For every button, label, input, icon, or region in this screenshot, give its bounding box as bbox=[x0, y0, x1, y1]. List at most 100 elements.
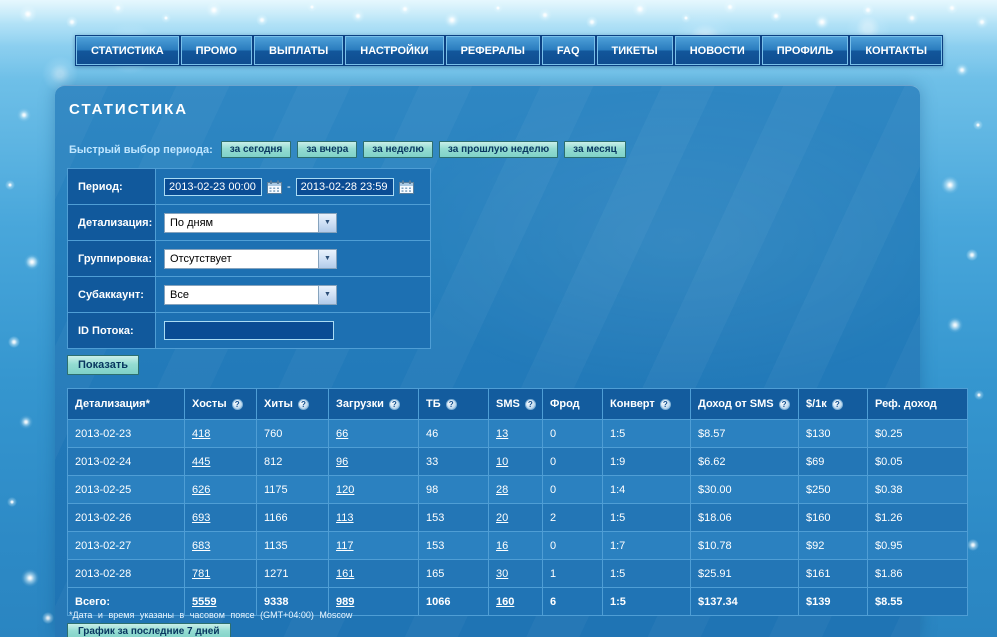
table-cell: 117 bbox=[329, 532, 419, 560]
stat-link[interactable]: 781 bbox=[192, 568, 210, 580]
nav-tab-promo[interactable]: ПРОМО bbox=[181, 36, 252, 65]
stat-link[interactable]: 28 bbox=[496, 484, 508, 496]
nav-tab-faq[interactable]: FAQ bbox=[542, 36, 595, 65]
table-cell: 153 bbox=[419, 504, 489, 532]
show-button[interactable]: Показать bbox=[67, 355, 139, 375]
nav-tab-contacts[interactable]: КОНТАКТЫ bbox=[850, 36, 942, 65]
stat-link[interactable]: 626 bbox=[192, 484, 210, 496]
stat-link[interactable]: 989 bbox=[336, 596, 354, 608]
stat-link[interactable]: 161 bbox=[336, 568, 354, 580]
column-label: Детализация* bbox=[75, 398, 150, 410]
stat-link[interactable]: 96 bbox=[336, 456, 348, 468]
page-title: СТАТИСТИКА bbox=[69, 101, 188, 118]
table-cell: 66 bbox=[329, 420, 419, 448]
table-cell: 693 bbox=[185, 504, 257, 532]
period-from-input[interactable] bbox=[164, 178, 262, 196]
table-cell: 0 bbox=[543, 420, 603, 448]
table-cell: 1:9 bbox=[603, 448, 691, 476]
column-header: Доход от SMS? bbox=[691, 389, 799, 420]
quick-period-buttons: за сегодня за вчера за неделю за прошлую не… bbox=[221, 141, 626, 158]
table-cell: 98 bbox=[419, 476, 489, 504]
stat-link[interactable]: 693 bbox=[192, 512, 210, 524]
stat-link[interactable]: 16 bbox=[496, 540, 508, 552]
column-header: Фрод bbox=[543, 389, 603, 420]
stat-link[interactable]: 5559 bbox=[192, 596, 216, 608]
stat-link[interactable]: 683 bbox=[192, 540, 210, 552]
grouping-select-value: Отсутствует bbox=[165, 253, 318, 265]
stat-link[interactable]: 120 bbox=[336, 484, 354, 496]
quick-period-row: Быстрый выбор периода: за сегодняза вчер… bbox=[69, 141, 626, 158]
quick-period-month[interactable]: за месяц bbox=[564, 141, 626, 158]
grouping-select[interactable]: Отсутствует ▼ bbox=[164, 249, 337, 269]
help-icon[interactable]: ? bbox=[232, 399, 243, 410]
table-cell: $6.62 bbox=[691, 448, 799, 476]
table-cell: 626 bbox=[185, 476, 257, 504]
table-cell: $250 bbox=[799, 476, 868, 504]
table-cell: 2013-02-28 bbox=[68, 560, 185, 588]
table-cell: $0.95 bbox=[868, 532, 968, 560]
detail-select-value: По дням bbox=[165, 217, 318, 229]
table-cell: 16 bbox=[489, 532, 543, 560]
detail-select[interactable]: По дням ▼ bbox=[164, 213, 337, 233]
nav-tab-referrals[interactable]: РЕФЕРАЛЫ bbox=[446, 36, 540, 65]
stream-id-input[interactable] bbox=[164, 321, 334, 340]
table-cell: $10.78 bbox=[691, 532, 799, 560]
table-cell: $30.00 bbox=[691, 476, 799, 504]
table-cell: 153 bbox=[419, 532, 489, 560]
help-icon[interactable]: ? bbox=[525, 399, 536, 410]
subaccount-select[interactable]: Все ▼ bbox=[164, 285, 337, 305]
quick-period-last-week[interactable]: за прошлую неделю bbox=[439, 141, 558, 158]
stat-link[interactable]: 66 bbox=[336, 428, 348, 440]
quick-period-today[interactable]: за сегодня bbox=[221, 141, 292, 158]
help-icon[interactable]: ? bbox=[779, 399, 790, 410]
table-cell: 1:5 bbox=[603, 420, 691, 448]
detail-label: Детализация: bbox=[68, 205, 156, 240]
column-label: Хиты bbox=[264, 398, 293, 410]
table-header-row: Детализация*Хосты?Хиты?Загрузки?ТБ?SMS?Ф… bbox=[68, 389, 968, 420]
table-row: 2013-02-256261175120982801:4$30.00$250$0… bbox=[68, 476, 968, 504]
content-panel: СТАТИСТИКА Быстрый выбор периода: за сег… bbox=[55, 85, 920, 637]
nav-tab-settings[interactable]: НАСТРОЙКИ bbox=[345, 36, 443, 65]
total-cell: 1:5 bbox=[603, 588, 691, 616]
stat-link[interactable]: 20 bbox=[496, 512, 508, 524]
quick-period-yesterday[interactable]: за вчера bbox=[297, 141, 357, 158]
table-cell: 1 bbox=[543, 560, 603, 588]
stat-link[interactable]: 113 bbox=[336, 512, 354, 524]
calendar-icon[interactable] bbox=[267, 180, 282, 194]
help-icon[interactable]: ? bbox=[446, 399, 457, 410]
nav-tab-tickets[interactable]: ТИКЕТЫ bbox=[597, 36, 673, 65]
period-to-input[interactable] bbox=[296, 178, 394, 196]
column-header: Хосты? bbox=[185, 389, 257, 420]
help-icon[interactable]: ? bbox=[832, 399, 843, 410]
calendar-icon[interactable] bbox=[399, 180, 414, 194]
stat-link[interactable]: 445 bbox=[192, 456, 210, 468]
stats-table-head: Детализация*Хосты?Хиты?Загрузки?ТБ?SMS?Ф… bbox=[68, 389, 968, 420]
table-cell: $69 bbox=[799, 448, 868, 476]
stat-link[interactable]: 13 bbox=[496, 428, 508, 440]
total-cell: 1066 bbox=[419, 588, 489, 616]
table-row: 2013-02-2341876066461301:5$8.57$130$0.25… bbox=[68, 420, 968, 448]
nav-tab-profile[interactable]: ПРОФИЛЬ bbox=[762, 36, 849, 65]
help-icon[interactable]: ? bbox=[298, 399, 309, 410]
stat-link[interactable]: 117 bbox=[336, 540, 354, 552]
nav-tab-statistics[interactable]: СТАТИСТИКА bbox=[76, 36, 179, 65]
total-cell: $8.55 bbox=[868, 588, 968, 616]
table-cell: 445 bbox=[185, 448, 257, 476]
stat-link[interactable]: 30 bbox=[496, 568, 508, 580]
table-cell: 1:7 bbox=[603, 532, 691, 560]
stat-link[interactable]: 10 bbox=[496, 456, 508, 468]
table-row: 2013-02-2768311351171531601:7$10.78$92$0… bbox=[68, 532, 968, 560]
column-label: Фрод bbox=[550, 398, 580, 410]
nav-tab-payouts[interactable]: ВЫПЛАТЫ bbox=[254, 36, 343, 65]
table-cell: $0.38 bbox=[868, 476, 968, 504]
chart-button[interactable]: График за последние 7 дней bbox=[67, 623, 231, 637]
stat-link[interactable]: 418 bbox=[192, 428, 210, 440]
help-icon[interactable]: ? bbox=[389, 399, 400, 410]
stat-link[interactable]: 160 bbox=[496, 596, 514, 608]
table-cell: 1:5 bbox=[603, 504, 691, 532]
nav-tab-news[interactable]: НОВОСТИ bbox=[675, 36, 760, 65]
help-icon[interactable]: ? bbox=[660, 399, 671, 410]
table-cell: 1271 bbox=[257, 560, 329, 588]
quick-period-week[interactable]: за неделю bbox=[363, 141, 433, 158]
subaccount-select-value: Все bbox=[165, 289, 318, 301]
